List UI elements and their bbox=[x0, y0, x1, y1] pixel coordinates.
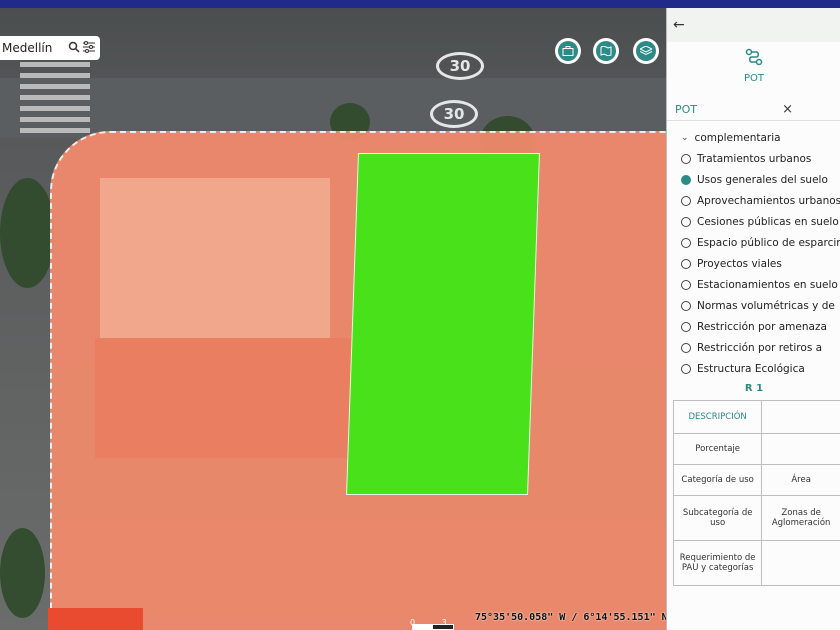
map-icon bbox=[596, 41, 616, 61]
search-bar[interactable]: Medellín bbox=[0, 36, 100, 60]
crosswalk bbox=[20, 53, 90, 133]
tab-pot[interactable]: POT × bbox=[667, 98, 840, 121]
layers-button[interactable] bbox=[633, 38, 659, 64]
side-panel: ← POT POT × ⌄ complementaria Tratamiento… bbox=[666, 8, 840, 630]
radio-button[interactable] bbox=[681, 300, 691, 311]
table-row: DESCRIPCIÓN bbox=[672, 400, 840, 434]
layer-option-label: Normas volumétricas y de bbox=[697, 299, 835, 312]
tree bbox=[0, 528, 45, 618]
layer-option-label: Tratamientos urbanos bbox=[697, 152, 812, 165]
attribute-table: DESCRIPCIÓN Porcentaje Categoría de uso Á… bbox=[672, 400, 840, 586]
layer-option[interactable]: Aprovechamientos urbanos bbox=[681, 190, 840, 211]
layer-option[interactable]: Restricción por amenaza bbox=[681, 316, 840, 337]
radio-button[interactable] bbox=[681, 195, 691, 206]
table-cell: Requerimiento de PAU y categorías bbox=[672, 540, 763, 586]
layer-list: ⌄ complementaria Tratamientos urbanos Us… bbox=[667, 127, 840, 379]
filter-icon[interactable] bbox=[82, 40, 100, 56]
layer-option-label: Estructura Ecológica bbox=[697, 362, 805, 375]
coordinates-readout: 75°35'50.058" W / 6°14'55.151" N bbox=[475, 612, 666, 623]
layer-option[interactable]: Estacionamientos en suelo bbox=[681, 274, 840, 295]
layer-option-label: Aprovechamientos urbanos bbox=[697, 194, 840, 207]
table-row: Categoría de uso Área bbox=[672, 464, 840, 496]
layer-option-label: Restricción por retiros a bbox=[697, 341, 823, 354]
briefcase-button[interactable] bbox=[555, 38, 581, 64]
chevron-down-icon[interactable]: ⌄ bbox=[681, 133, 689, 143]
table-row: Requerimiento de PAU y categorías bbox=[672, 540, 840, 586]
search-icon[interactable] bbox=[68, 41, 82, 56]
table-row: Porcentaje bbox=[672, 433, 840, 465]
layer-option-label: Espacio público de esparcimiento bbox=[697, 236, 840, 249]
radio-button[interactable] bbox=[681, 363, 691, 374]
table-cell bbox=[761, 400, 840, 434]
layer-option[interactable]: Usos generales del suelo bbox=[681, 169, 840, 190]
layer-option[interactable]: Restricción por retiros a bbox=[681, 337, 840, 358]
map-view[interactable]: 30 30 Medellín 0 3 75°35'50.058" W / 6°1… bbox=[0, 8, 666, 630]
briefcase-icon bbox=[558, 41, 578, 61]
table-cell bbox=[761, 540, 840, 586]
radio-button[interactable] bbox=[681, 258, 691, 269]
table-header-cell: DESCRIPCIÓN bbox=[672, 400, 763, 434]
table-row: Subcategoría de uso Zonas de Aglomeración bbox=[672, 495, 840, 541]
building-footprint bbox=[100, 178, 330, 338]
route-icon[interactable] bbox=[667, 48, 840, 71]
tree bbox=[0, 178, 55, 288]
section-header-label: complementaria bbox=[694, 131, 781, 144]
close-icon[interactable]: × bbox=[782, 102, 793, 117]
radio-button[interactable] bbox=[681, 216, 691, 227]
speed-limit-mark: 30 bbox=[436, 52, 484, 80]
window-top-bar bbox=[0, 0, 840, 8]
result-title: R 1 bbox=[744, 383, 764, 394]
layer-option-label: Usos generales del suelo bbox=[697, 173, 828, 186]
table-cell: Subcategoría de uso bbox=[672, 495, 763, 541]
land-use-zone-green[interactable] bbox=[346, 153, 540, 495]
layer-option[interactable]: Espacio público de esparcimiento bbox=[681, 232, 840, 253]
radio-button[interactable] bbox=[681, 153, 691, 164]
speed-limit-mark: 30 bbox=[430, 100, 478, 128]
layer-option-label: Estacionamientos en suelo bbox=[697, 278, 838, 291]
table-cell bbox=[761, 433, 840, 465]
table-cell: Área bbox=[761, 464, 840, 496]
radio-button[interactable] bbox=[681, 342, 691, 353]
land-use-zone-red-small[interactable] bbox=[48, 608, 143, 630]
table-cell: Zonas de Aglomeración bbox=[761, 495, 840, 541]
table-cell: Porcentaje bbox=[672, 433, 763, 465]
layer-option[interactable]: Proyectos viales bbox=[681, 253, 840, 274]
layers-icon bbox=[636, 41, 656, 61]
tab-label[interactable]: POT bbox=[675, 103, 697, 116]
section-header[interactable]: ⌄ complementaria bbox=[681, 127, 840, 148]
layer-option[interactable]: Tratamientos urbanos bbox=[681, 148, 840, 169]
building-footprint bbox=[95, 338, 355, 458]
layer-option[interactable]: Estructura Ecológica bbox=[681, 358, 840, 379]
scale-label: 0 bbox=[410, 618, 416, 627]
search-input[interactable]: Medellín bbox=[2, 41, 68, 55]
tool-label[interactable]: POT bbox=[667, 73, 840, 84]
map-button[interactable] bbox=[593, 38, 619, 64]
back-arrow-icon[interactable]: ← bbox=[673, 17, 685, 33]
layer-option-label: Cesiones públicas en suelo bbox=[697, 215, 839, 228]
layer-option-label: Restricción por amenaza bbox=[697, 320, 827, 333]
radio-button[interactable] bbox=[681, 174, 691, 185]
radio-button[interactable] bbox=[681, 321, 691, 332]
panel-header: ← bbox=[667, 8, 840, 42]
scale-labels: 0 3 bbox=[410, 618, 447, 627]
layer-option-label: Proyectos viales bbox=[697, 257, 782, 270]
layer-option[interactable]: Cesiones públicas en suelo bbox=[681, 211, 840, 232]
radio-button[interactable] bbox=[681, 279, 691, 290]
scale-label: 3 bbox=[441, 618, 447, 627]
layer-option[interactable]: Normas volumétricas y de bbox=[681, 295, 840, 316]
table-cell: Categoría de uso bbox=[672, 464, 763, 496]
radio-button[interactable] bbox=[681, 237, 691, 248]
